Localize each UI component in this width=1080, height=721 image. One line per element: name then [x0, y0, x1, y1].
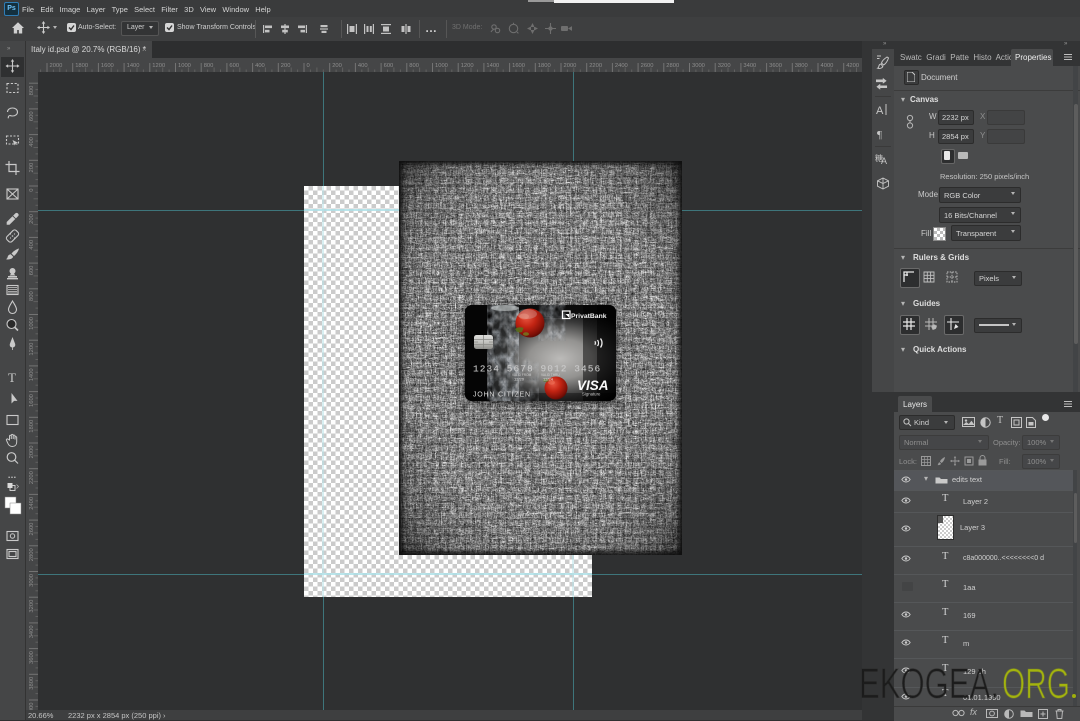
svg-text:2600: 2600: [641, 63, 654, 69]
svg-text:800: 800: [29, 86, 35, 96]
svg-text:12/24: 12/24: [543, 377, 554, 382]
svg-text:EKOGEA.: EKOGEA.: [859, 660, 999, 708]
svg-text:1800: 1800: [538, 63, 551, 69]
svg-text:400: 400: [29, 137, 35, 147]
svg-text:400: 400: [358, 63, 368, 69]
svg-text:2600: 2600: [29, 523, 35, 536]
svg-text:3600: 3600: [29, 651, 35, 664]
svg-text:1600: 1600: [101, 63, 114, 69]
svg-text:3200: 3200: [718, 63, 731, 69]
svg-text:4200: 4200: [846, 63, 859, 69]
svg-text:1800: 1800: [75, 63, 88, 69]
svg-text:A: A: [876, 105, 884, 117]
svg-text:600: 600: [384, 63, 394, 69]
svg-text:200: 200: [281, 63, 291, 69]
svg-text:1800: 1800: [29, 420, 35, 433]
svg-text:1400: 1400: [486, 63, 499, 69]
svg-text:3600: 3600: [769, 63, 782, 69]
svg-text:200: 200: [29, 163, 35, 173]
svg-text:2800: 2800: [29, 548, 35, 561]
svg-text:1600: 1600: [512, 63, 525, 69]
svg-text:3000: 3000: [692, 63, 705, 69]
svg-text:…: …: [8, 470, 17, 480]
svg-text:»: »: [7, 46, 11, 52]
svg-text:Signature: Signature: [582, 392, 601, 397]
svg-text:4000: 4000: [821, 63, 834, 69]
svg-text:PrivatBank: PrivatBank: [571, 313, 607, 320]
svg-text:4000: 4000: [29, 703, 35, 711]
svg-text:2200: 2200: [589, 63, 602, 69]
svg-text:1000: 1000: [178, 63, 191, 69]
svg-text:2800: 2800: [666, 63, 679, 69]
svg-text:ORG: ORG: [1002, 660, 1070, 708]
svg-text:400: 400: [255, 63, 265, 69]
svg-text:1000: 1000: [435, 63, 448, 69]
svg-text:1000: 1000: [29, 317, 35, 330]
svg-text:12/20: 12/20: [514, 377, 525, 382]
svg-text:1600: 1600: [29, 394, 35, 407]
svg-text:3000: 3000: [29, 574, 35, 587]
svg-text:600: 600: [229, 63, 239, 69]
svg-text:¶: ¶: [877, 129, 882, 141]
svg-text:T: T: [8, 370, 16, 385]
svg-text:1200: 1200: [461, 63, 474, 69]
svg-text:800: 800: [204, 63, 214, 69]
svg-text:0: 0: [307, 63, 310, 69]
svg-text:800: 800: [29, 291, 35, 301]
svg-text:400: 400: [29, 240, 35, 250]
svg-text:0: 0: [29, 189, 35, 192]
svg-text:2400: 2400: [615, 63, 628, 69]
svg-text:1400: 1400: [29, 368, 35, 381]
svg-text:3400: 3400: [29, 625, 35, 638]
svg-text:»: »: [879, 49, 883, 50]
svg-text:JOHN CITIZEN: JOHN CITIZEN: [473, 392, 531, 399]
svg-text:2000: 2000: [564, 63, 577, 69]
svg-text:1400: 1400: [127, 63, 140, 69]
svg-text:2000: 2000: [50, 63, 63, 69]
svg-text:600: 600: [29, 266, 35, 276]
svg-text:1200: 1200: [152, 63, 165, 69]
svg-text:200: 200: [29, 214, 35, 224]
svg-text:1234 5678 9012 3456: 1234 5678 9012 3456: [473, 363, 601, 374]
svg-text:A: A: [881, 156, 887, 166]
svg-text:200: 200: [332, 63, 342, 69]
svg-text:3200: 3200: [29, 600, 35, 613]
svg-text:2200: 2200: [29, 471, 35, 484]
svg-text:600: 600: [29, 111, 35, 121]
svg-text:800: 800: [409, 63, 419, 69]
svg-text:3800: 3800: [795, 63, 808, 69]
svg-text:2000: 2000: [29, 446, 35, 459]
svg-text:1200: 1200: [29, 343, 35, 356]
svg-text:2400: 2400: [29, 497, 35, 510]
svg-text:3800: 3800: [29, 677, 35, 690]
svg-text:3400: 3400: [743, 63, 756, 69]
